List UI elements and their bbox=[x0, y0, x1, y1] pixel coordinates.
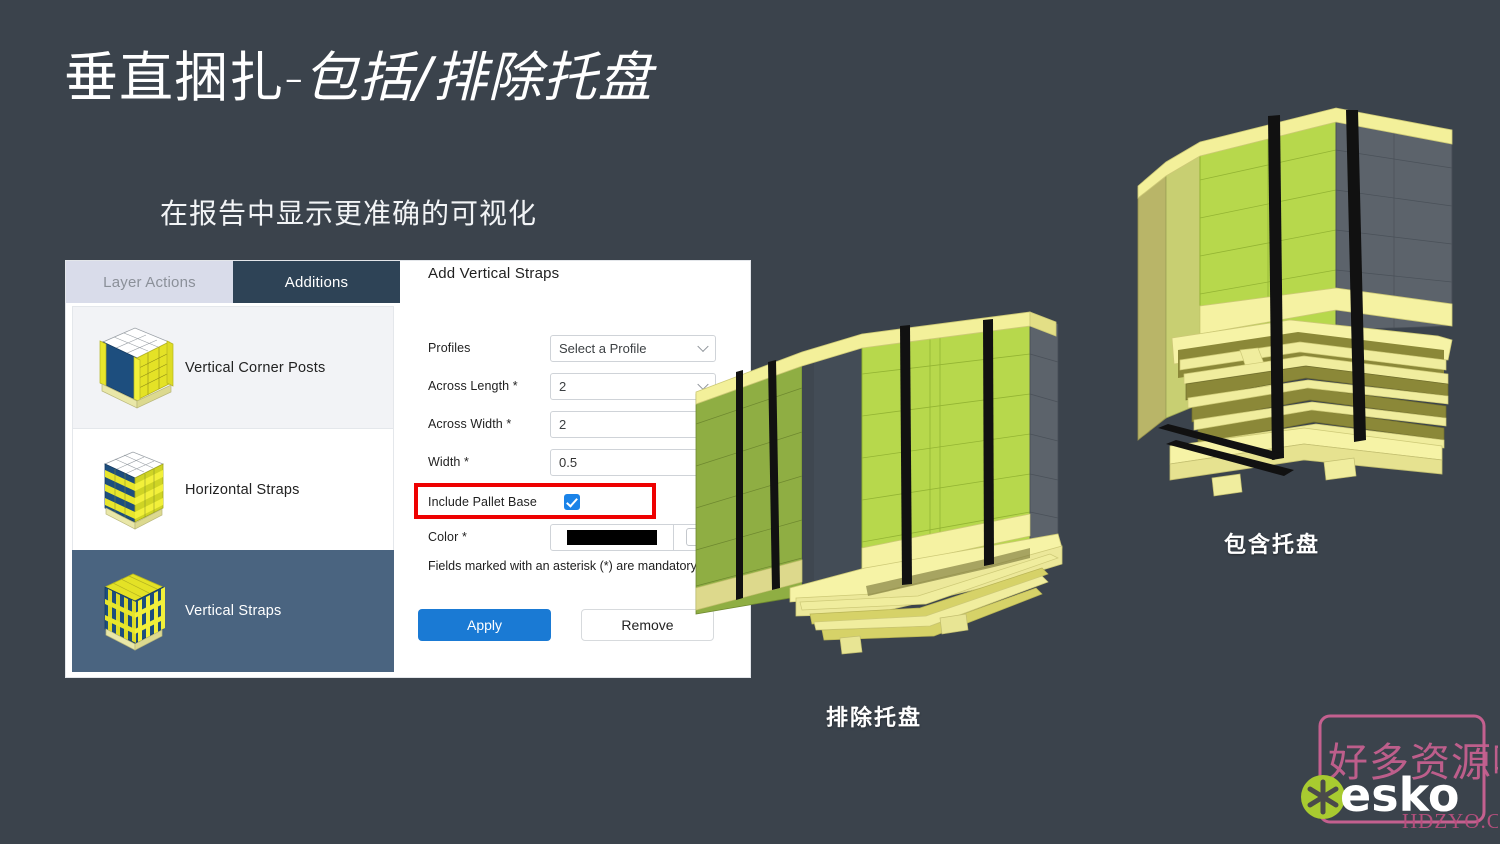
title-plain: 垂直捆扎 bbox=[64, 46, 284, 109]
field-include-pallet-base-label: Include Pallet Base bbox=[428, 495, 537, 509]
tab-additions-label: Additions bbox=[284, 273, 349, 291]
additions-panel: Layer Actions Additions Vertical Corner … bbox=[66, 261, 750, 677]
tab-layer-actions-label: Layer Actions bbox=[103, 273, 196, 291]
width-input-value: 0.5 bbox=[559, 454, 578, 470]
slide-canvas: 垂直捆扎-包括/排除托盘 在报告中显示更准确的可视化 Layer Actions… bbox=[0, 0, 1500, 844]
list-item-vertical-corner-posts[interactable]: Vertical Corner Posts bbox=[72, 306, 394, 428]
list-item-vertical-straps[interactable]: Vertical Straps bbox=[72, 550, 394, 672]
profiles-select-value: Select a Profile bbox=[559, 340, 647, 356]
apply-button[interactable]: Apply bbox=[418, 609, 551, 641]
field-across-width-label: Across Width * bbox=[428, 417, 512, 431]
tab-additions[interactable]: Additions bbox=[233, 261, 400, 303]
field-color-label: Color * bbox=[428, 530, 467, 544]
title-dash: - bbox=[284, 46, 304, 109]
pallet-corner-posts-icon bbox=[73, 314, 185, 422]
include-pallet-base-checkbox[interactable] bbox=[564, 494, 580, 510]
color-swatch[interactable] bbox=[550, 523, 674, 551]
tab-layer-actions[interactable]: Layer Actions bbox=[66, 261, 233, 303]
pallet-render-straps-include-base bbox=[1108, 88, 1480, 512]
caption-exclude-pallet: 排除托盘 bbox=[826, 706, 923, 731]
additions-list: Vertical Corner Posts Horizontal Straps … bbox=[66, 303, 400, 677]
list-item-horizontal-straps[interactable]: Horizontal Straps bbox=[72, 428, 394, 550]
additions-left-column: Layer Actions Additions Vertical Corner … bbox=[66, 261, 400, 677]
form-actions: Apply Remove bbox=[418, 609, 714, 641]
page-subtitle: 在报告中显示更准确的可视化 bbox=[160, 197, 538, 230]
title-italic: 包括/排除托盘 bbox=[303, 46, 653, 109]
form-title: Add Vertical Straps bbox=[428, 265, 560, 282]
apply-button-label: Apply bbox=[466, 617, 503, 633]
field-across-length-label: Across Length * bbox=[428, 379, 518, 393]
svg-text:esko: esko bbox=[1340, 768, 1460, 822]
page-title: 垂直捆扎-包括/排除托盘 bbox=[64, 46, 653, 109]
pallet-render-straps-exclude-base bbox=[690, 296, 1080, 676]
mandatory-note: Fields marked with an asterisk (*) are m… bbox=[428, 559, 700, 573]
field-include-pallet-base: Include Pallet Base bbox=[414, 484, 654, 520]
panel-tabs: Layer Actions Additions bbox=[66, 261, 400, 303]
across-length-select-value: 2 bbox=[559, 378, 567, 394]
watermark: 好多资源哦 HDZYO.COM esko bbox=[1292, 698, 1498, 844]
list-item-label: Vertical Straps bbox=[185, 603, 282, 619]
field-width-label: Width * bbox=[428, 455, 469, 469]
pallet-horizontal-straps-icon bbox=[73, 436, 185, 544]
caption-include-pallet: 包含托盘 bbox=[1224, 533, 1321, 558]
remove-button-label: Remove bbox=[621, 617, 674, 633]
pallet-vertical-straps-icon bbox=[73, 557, 185, 665]
across-width-select-value: 2 bbox=[559, 416, 567, 432]
list-item-label: Vertical Corner Posts bbox=[185, 359, 326, 376]
list-item-label: Horizontal Straps bbox=[185, 481, 300, 498]
field-profiles-label: Profiles bbox=[428, 341, 471, 355]
